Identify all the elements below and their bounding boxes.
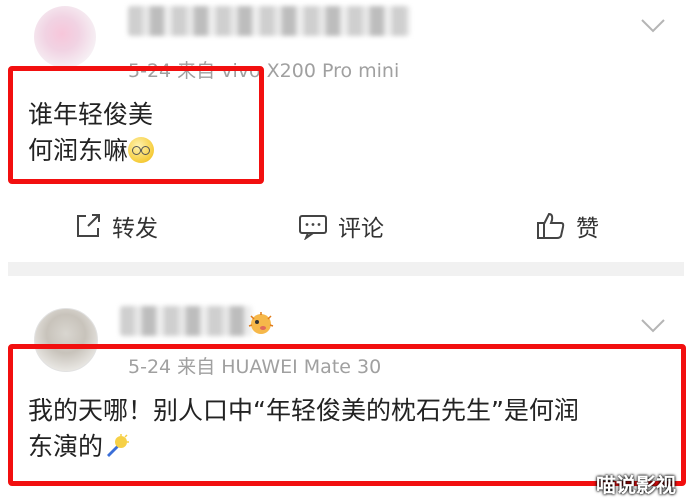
post-text-line: 谁年轻俊美 — [28, 100, 154, 129]
post-text: 谁年轻俊美 何润东嘛 — [28, 97, 155, 169]
avatar[interactable] — [34, 6, 96, 68]
comment-icon — [299, 215, 327, 240]
like-icon — [537, 212, 565, 239]
share-icon — [77, 214, 100, 237]
post-text-line: 东演的 — [28, 429, 579, 465]
like-button[interactable]: 赞 — [536, 208, 599, 244]
comment-label: 评论 — [338, 216, 384, 242]
torch-emoji-icon — [107, 434, 130, 457]
username-blurred[interactable] — [128, 6, 410, 36]
comment-button[interactable]: 评论 — [298, 208, 384, 244]
post-text-line: 我的天哪！别人口中“年轻俊美的枕石先生”是何润 — [28, 396, 579, 425]
post-text-line: 何润东嘛 — [28, 133, 155, 169]
post-text: 我的天哪！别人口中“年轻俊美的枕石先生”是何润 东演的 — [28, 393, 579, 465]
repost-button[interactable]: 转发 — [74, 208, 158, 244]
action-bar: 转发 评论 赞 — [0, 200, 692, 252]
glasses-emoji-icon — [128, 137, 155, 163]
like-label: 赞 — [576, 216, 599, 242]
pufferfish-badge-icon — [248, 312, 274, 334]
section-divider — [8, 262, 684, 276]
chevron-down-icon[interactable] — [640, 12, 666, 38]
chevron-down-icon[interactable] — [640, 312, 666, 338]
watermark: 喵说影视 — [596, 473, 676, 497]
post-text-fragment: 何润东嘛 — [28, 136, 129, 165]
repost-label: 转发 — [112, 216, 158, 242]
username-blurred[interactable] — [120, 306, 252, 336]
post-text-fragment: 东演的 — [28, 432, 104, 461]
